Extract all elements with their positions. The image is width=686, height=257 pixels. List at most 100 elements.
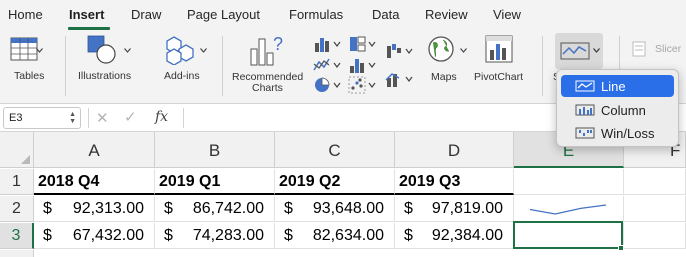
waterfall-chart-icon[interactable] — [385, 42, 415, 65]
column-header-a[interactable]: A — [34, 132, 155, 168]
pie-chart-icon[interactable] — [313, 76, 343, 99]
sparkline-series — [529, 204, 607, 215]
maps-label: Maps — [431, 71, 457, 83]
cell-value: 74,283.00 — [192, 227, 264, 244]
cell-c2[interactable]: $93,648.00 — [275, 196, 395, 222]
scatter-chart-icon[interactable] — [348, 76, 378, 99]
tab-formulas[interactable]: Formulas — [289, 7, 343, 22]
sparklines-chevron-down-icon — [593, 48, 600, 53]
name-box[interactable]: E3 ▲ ▼ — [3, 107, 81, 129]
pivotchart-label: PivotChart — [474, 71, 524, 83]
name-box-stepper-icon[interactable]: ▲ ▼ — [69, 111, 76, 125]
menu-item-label: Line — [601, 79, 626, 94]
tables-chevron-down-icon[interactable] — [36, 48, 43, 53]
maps-chevron-down-icon[interactable] — [460, 48, 467, 53]
insert-function-button[interactable]: fx — [155, 109, 168, 125]
illustrations-chevron-down-icon[interactable] — [124, 48, 131, 53]
cell-a1[interactable]: 2018 Q4 — [34, 169, 155, 195]
sparkline-line — [529, 204, 607, 215]
hierarchy-chart-icon[interactable] — [348, 35, 378, 58]
currency-symbol: $ — [284, 200, 293, 217]
name-box-value: E3 — [9, 112, 23, 124]
globe-map-icon[interactable] — [427, 35, 457, 70]
cell-value: 86,742.00 — [192, 200, 264, 217]
cell-e1[interactable] — [514, 169, 624, 195]
currency-symbol: $ — [284, 227, 293, 244]
formula-divider — [183, 108, 184, 128]
cell-f1[interactable] — [624, 169, 686, 195]
tab-draw[interactable]: Draw — [131, 7, 161, 22]
cell-value: 97,819.00 — [431, 200, 503, 217]
ribbon-divider — [542, 36, 543, 96]
column-header-d[interactable]: D — [395, 132, 514, 168]
recommended-charts-icon[interactable]: ? — [249, 34, 289, 72]
cell-b2[interactable]: $86,742.00 — [155, 196, 275, 222]
cell-d1[interactable]: 2019 Q3 — [395, 169, 514, 195]
cell-c1[interactable]: 2019 Q2 — [275, 169, 395, 195]
currency-symbol: $ — [43, 200, 52, 217]
recommended-charts-label-line2: Charts — [252, 82, 283, 94]
tab-insert[interactable]: Insert — [69, 7, 104, 22]
select-all-corner[interactable] — [0, 132, 34, 168]
tab-data[interactable]: Data — [372, 7, 399, 22]
combo-chart-icon[interactable] — [385, 70, 415, 93]
currency-symbol: $ — [164, 200, 173, 217]
tab-review[interactable]: Review — [425, 7, 468, 22]
addins-icon[interactable] — [164, 35, 198, 70]
menu-item-line[interactable]: Line — [561, 75, 674, 97]
active-cell-border — [513, 221, 623, 249]
cell-b3[interactable]: $74,283.00 — [155, 223, 275, 249]
menu-item-label: Column — [601, 103, 646, 118]
ribbon-divider — [222, 36, 223, 96]
ribbon-tabs: Home Insert Draw Page Layout Formulas Da… — [0, 0, 686, 30]
cell-e2[interactable] — [514, 196, 624, 222]
svg-text:?: ? — [273, 35, 283, 54]
cell-d3[interactable]: $92,384.00 — [395, 223, 514, 249]
formula-divider — [88, 108, 89, 128]
tab-page-layout[interactable]: Page Layout — [187, 7, 260, 22]
column-header-b[interactable]: B — [155, 132, 275, 168]
pivotchart-icon[interactable] — [484, 34, 516, 71]
cell-value: 92,384.00 — [431, 227, 503, 244]
cell-f3[interactable] — [624, 223, 686, 249]
currency-symbol: $ — [404, 200, 413, 217]
currency-symbol: $ — [404, 227, 413, 244]
cell-value: 82,634.00 — [312, 227, 384, 244]
row-header-3[interactable]: 3 — [0, 223, 34, 249]
row-header-1[interactable]: 1 — [0, 169, 34, 195]
ribbon-divider — [65, 36, 66, 96]
column-header-c[interactable]: C — [275, 132, 395, 168]
cell-b1[interactable]: 2019 Q1 — [155, 169, 275, 195]
menu-item-winloss[interactable]: Win/Loss — [561, 122, 674, 144]
addins-chevron-down-icon[interactable] — [200, 48, 207, 53]
cancel-edit-icon[interactable]: ✕ — [96, 109, 109, 127]
tables-label: Tables — [14, 70, 45, 82]
slicer-label: Slicer — [655, 43, 682, 55]
sparkline-icon — [560, 42, 590, 60]
column-chart-icon[interactable] — [313, 35, 343, 58]
confirm-edit-icon[interactable]: ✓ — [124, 108, 137, 126]
column-sparkline-icon — [575, 104, 595, 116]
spreadsheet-grid: A B C D E F 1 2 3 2018 Q4 2019 Q1 2019 Q… — [0, 132, 686, 257]
cell-value: 92,313.00 — [72, 200, 144, 217]
sparklines-button[interactable] — [555, 33, 603, 69]
cell-c3[interactable]: $82,634.00 — [275, 223, 395, 249]
shapes-icon[interactable] — [86, 34, 122, 71]
tab-view[interactable]: View — [493, 7, 521, 22]
cell-f2[interactable] — [624, 196, 686, 222]
cell-a3[interactable]: $67,432.00 — [34, 223, 155, 249]
cell-d2[interactable]: $97,819.00 — [395, 196, 514, 222]
winloss-sparkline-icon — [575, 127, 595, 139]
line-sparkline-icon — [575, 80, 595, 92]
currency-symbol: $ — [43, 227, 52, 244]
menu-item-column[interactable]: Column — [561, 99, 674, 121]
tab-home[interactable]: Home — [8, 7, 43, 22]
currency-symbol: $ — [164, 227, 173, 244]
row-header-2[interactable]: 2 — [0, 196, 34, 222]
slicer-icon[interactable] — [631, 40, 649, 63]
cell-value: 67,432.00 — [72, 227, 144, 244]
fill-handle[interactable] — [618, 245, 624, 251]
row-header-4[interactable] — [0, 250, 34, 257]
cell-value: 93,648.00 — [312, 200, 384, 217]
cell-a2[interactable]: $92,313.00 — [34, 196, 155, 222]
